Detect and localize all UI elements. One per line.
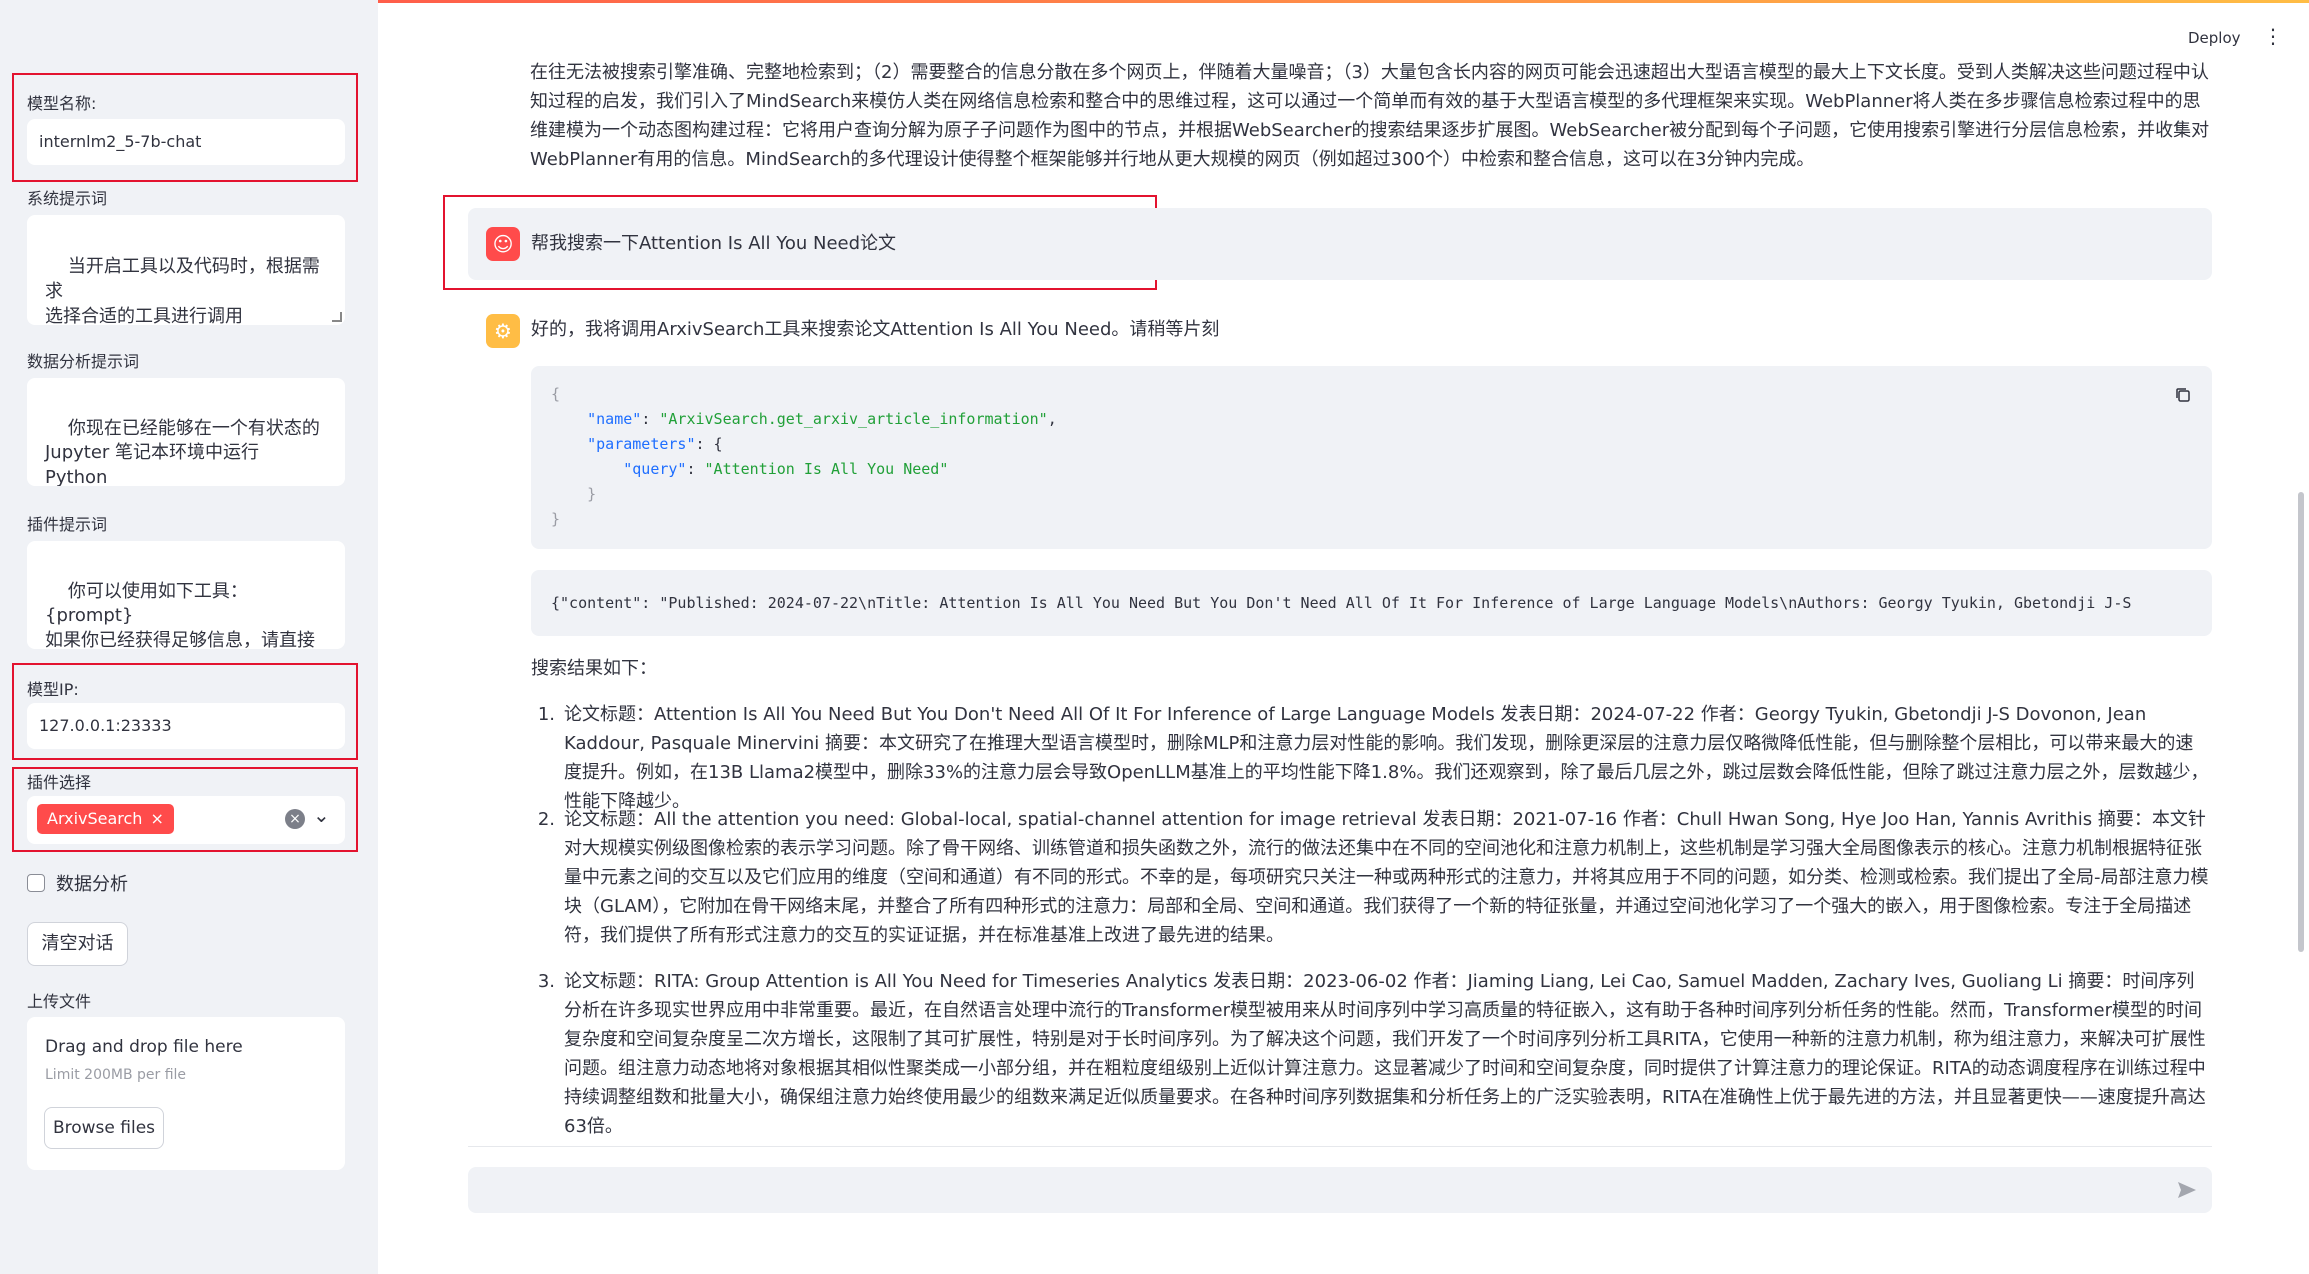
- data-analysis-label[interactable]: 数据分析: [56, 870, 128, 896]
- code-query-value: "Attention Is All You Need": [704, 460, 949, 478]
- result-number: 3.: [537, 971, 555, 992]
- model-ip-input[interactable]: 127.0.0.1:23333: [27, 703, 345, 749]
- plugin-select-label: 插件选择: [27, 773, 92, 792]
- code-name-key: "name": [587, 410, 642, 428]
- plugin-prompt-textarea[interactable]: 你可以使用如下工具： {prompt} 如果你已经获得足够信息，请直接 给出答案…: [27, 541, 345, 649]
- code-params-key: "parameters": [587, 435, 696, 453]
- result-number: 2.: [537, 809, 555, 830]
- data-analysis-checkbox[interactable]: [27, 874, 45, 892]
- code-query-key: "query": [623, 460, 687, 478]
- user-avatar-icon: ☺: [486, 227, 520, 261]
- code-name-value: "ArxivSearch.get_arxiv_article_informati…: [659, 410, 1048, 428]
- system-prompt-text: 当开启工具以及代码时，根据需求 选择合适的工具进行调用: [45, 256, 320, 325]
- selected-plugin-label: ArxivSearch: [47, 809, 143, 828]
- model-name-label: 模型名称:: [27, 94, 97, 113]
- code-inner-close: }: [587, 485, 597, 503]
- result-item-3: 3. 论文标题：RITA: Group Attention is All You…: [531, 967, 2211, 1141]
- chevron-down-icon[interactable]: ⌄: [313, 803, 330, 827]
- code-close-brace: }: [551, 510, 561, 528]
- data-prompt-textarea[interactable]: 你现在已经能够在一个有状态的 Jupyter 笔记本环境中运行 Python 代…: [27, 378, 345, 486]
- model-name-input[interactable]: internlm2_5-7b-chat: [27, 119, 345, 165]
- bot-avatar-icon: ⚙: [486, 314, 520, 348]
- copy-icon[interactable]: [2174, 386, 2192, 404]
- code-open-brace: {: [551, 385, 561, 403]
- file-dropzone[interactable]: Drag and drop file here Limit 200MB per …: [27, 1017, 345, 1170]
- upload-label: 上传文件: [27, 992, 92, 1011]
- selected-plugin-tag: ArxivSearch ×: [37, 804, 174, 834]
- data-prompt-text: 你现在已经能够在一个有状态的 Jupyter 笔记本环境中运行 Python 代…: [45, 417, 320, 487]
- resize-handle-icon[interactable]: [332, 312, 342, 322]
- plugin-prompt-label: 插件提示词: [27, 515, 108, 534]
- result-text: 论文标题：All the attention you need: Global-…: [564, 809, 2209, 946]
- bot-message-text: 好的，我将调用ArxivSearch工具来搜索论文Attention Is Al…: [531, 319, 1220, 340]
- system-prompt-label: 系统提示词: [27, 189, 108, 208]
- result-text: 论文标题：RITA: Group Attention is All You Ne…: [564, 971, 2206, 1137]
- result-text: 论文标题：Attention Is All You Need But You D…: [564, 704, 2209, 812]
- result-item-2: 2. 论文标题：All the attention you need: Glob…: [531, 805, 2211, 950]
- previous-answer-text: 在往无法被搜索引擎准确、完整地检索到；（2）需要整合的信息分散在多个网页上，伴随…: [530, 62, 2210, 170]
- main-scrollbar[interactable]: [2298, 492, 2304, 952]
- clear-selection-icon[interactable]: ×: [285, 809, 305, 829]
- tag-remove-icon[interactable]: ×: [150, 809, 163, 828]
- tool-call-code-block: { "name": "ArxivSearch.get_arxiv_article…: [531, 366, 2212, 549]
- model-ip-label: 模型IP:: [27, 680, 79, 699]
- results-heading: 搜索结果如下：: [531, 658, 657, 679]
- chat-input[interactable]: [468, 1167, 2212, 1213]
- tool-result-block: {"content": "Published: 2024-07-22\nTitl…: [531, 570, 2212, 636]
- system-prompt-textarea[interactable]: 当开启工具以及代码时，根据需求 选择合适的工具进行调用: [27, 215, 345, 325]
- result-item-1: 1. 论文标题：Attention Is All You Need But Yo…: [531, 700, 2211, 816]
- sidebar: 模型名称: internlm2_5-7b-chat 系统提示词 当开启工具以及代…: [0, 0, 378, 1274]
- plugin-prompt-text: 你可以使用如下工具： {prompt} 如果你已经获得足够信息，请直接 给出答案…: [45, 580, 315, 650]
- dropzone-limit: Limit 200MB per file: [45, 1067, 187, 1083]
- kebab-menu-icon[interactable]: ⋮: [2263, 26, 2283, 46]
- result-number: 1.: [537, 704, 555, 725]
- data-prompt-label: 数据分析提示词: [27, 352, 140, 371]
- clear-chat-button[interactable]: 清空对话: [27, 922, 128, 966]
- dropzone-title: Drag and drop file here: [45, 1037, 243, 1057]
- deploy-button[interactable]: Deploy: [2188, 29, 2241, 47]
- browse-files-button[interactable]: Browse files: [44, 1107, 164, 1149]
- user-message-text: 帮我搜索一下Attention Is All You Need论文: [531, 233, 897, 254]
- chat-divider: [468, 1146, 2212, 1147]
- send-icon[interactable]: [2176, 1179, 2198, 1201]
